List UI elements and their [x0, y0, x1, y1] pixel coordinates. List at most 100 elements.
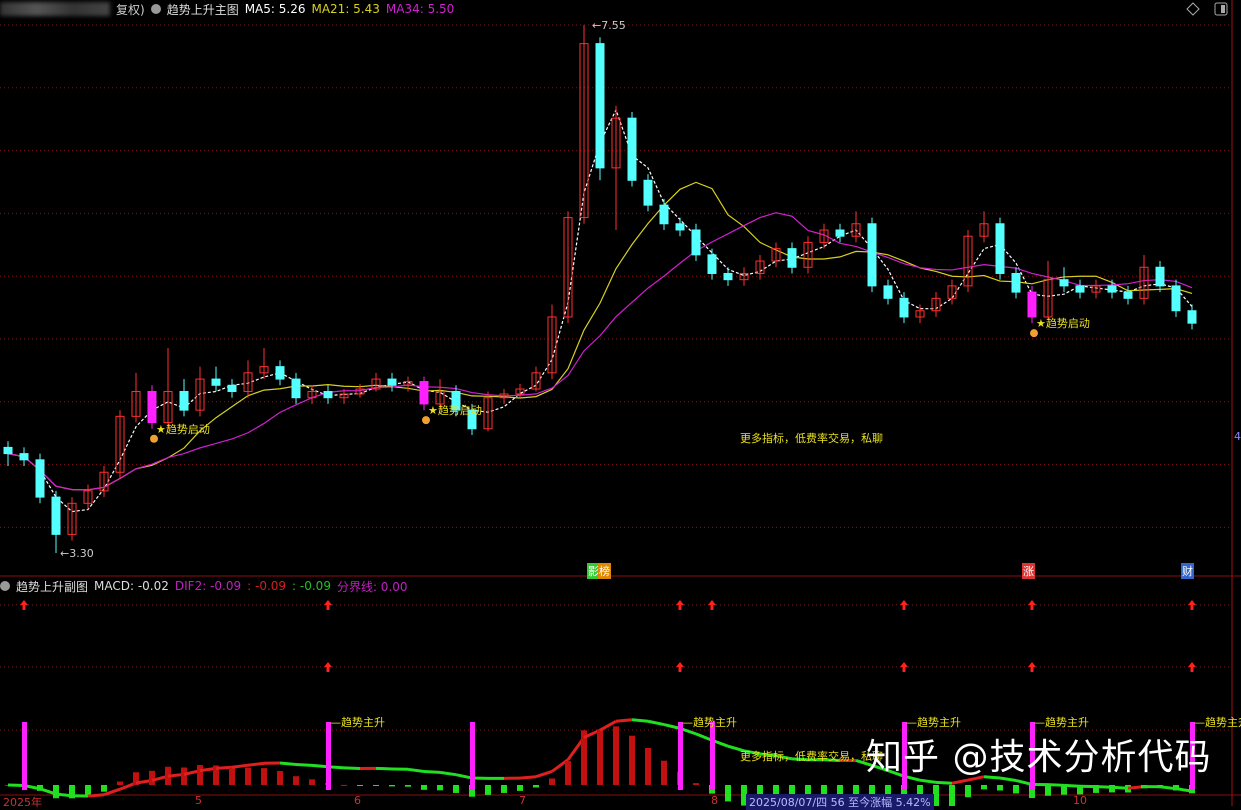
- macd-bar: [693, 783, 699, 785]
- dif-line-segment: [664, 725, 680, 729]
- trend-main-rise-label: —趋势主升: [330, 716, 385, 729]
- dif-line-segment: [936, 782, 952, 783]
- candle-body: [324, 391, 332, 397]
- event-tag[interactable]: 榜: [598, 563, 611, 579]
- macd-bar: [341, 785, 347, 786]
- macd-bar: [581, 730, 587, 785]
- macd-bar: [661, 761, 667, 785]
- hand-pointer-icon: [422, 416, 430, 424]
- macd-bar: [533, 785, 539, 787]
- macd-bar: [517, 785, 523, 791]
- ma5-value: MA5: 5.26: [245, 2, 306, 16]
- ma34-line: [8, 213, 1192, 490]
- sub-indicator-name[interactable]: 趋势上升副图: [16, 578, 88, 595]
- macd-bar: [373, 785, 379, 786]
- candle-body: [692, 230, 700, 255]
- macd-bar: [405, 785, 411, 787]
- dif-line-segment: [456, 775, 472, 778]
- candle-body: [596, 44, 604, 168]
- x-axis-label: 2025年: [3, 794, 42, 810]
- indicator-toggle-icon[interactable]: [0, 581, 10, 591]
- candle-body: [4, 447, 12, 453]
- dif-line-segment: [344, 768, 360, 769]
- candlestick-chart[interactable]: ←7.55←3.30★趋势启动★趋势启动★趋势启动—趋势主升—趋势主升—趋势主升…: [0, 0, 1241, 806]
- dif-line-segment: [232, 765, 248, 767]
- macd-bar: [53, 785, 59, 798]
- dif-line-segment: [616, 720, 632, 721]
- trend-signal-bar: [678, 722, 683, 790]
- up-arrow-icon: [676, 662, 684, 672]
- macd-bar: [965, 785, 971, 797]
- promo-note: 更多指标，低费率交易，私聊: [740, 748, 883, 764]
- blurred-stock-name: [0, 2, 110, 16]
- dif-line-segment: [952, 780, 968, 783]
- event-tag[interactable]: 财: [1181, 563, 1194, 579]
- macd-bar: [453, 785, 459, 793]
- candle-body: [212, 379, 220, 385]
- candle-body: [1172, 286, 1180, 311]
- dif-line-segment: [440, 772, 456, 774]
- candle-body: [1060, 280, 1068, 286]
- candle-body: [228, 385, 236, 391]
- candle-body: [676, 224, 684, 230]
- trend-signal-bar: [22, 722, 27, 790]
- candle-body: [900, 298, 908, 317]
- event-tag[interactable]: 涨: [1022, 563, 1035, 579]
- x-axis-label: 7: [519, 794, 526, 807]
- trend-start-label: ★趋势启动: [1036, 317, 1090, 330]
- min-price-label: ←3.30: [60, 547, 94, 560]
- dif2-value: DIF2: -0.09: [175, 579, 241, 593]
- macd-bar: [1045, 785, 1051, 796]
- candle-body: [628, 118, 636, 180]
- macd-bar: [309, 779, 315, 785]
- candle-body: [148, 391, 156, 422]
- candle-body: [1108, 286, 1116, 292]
- macd-bar: [597, 730, 603, 785]
- macd-bar: [501, 785, 507, 793]
- watermark: 知乎 @技术分析代码: [866, 728, 1211, 780]
- dif-line-segment: [424, 771, 440, 772]
- candle-body: [388, 379, 396, 385]
- hand-pointer-icon: [1030, 329, 1038, 337]
- dif-line-segment: [296, 764, 312, 765]
- candle-body: [36, 460, 44, 497]
- ma21-value: MA21: 5.43: [311, 2, 379, 16]
- candle-body: [996, 224, 1004, 274]
- candle-body: [420, 382, 428, 404]
- trend-signal-bar: [326, 722, 331, 790]
- main-indicator-name[interactable]: 趋势上升主图: [167, 1, 239, 18]
- x-axis-label: 8: [711, 794, 718, 807]
- macd-bar: [565, 761, 571, 785]
- macd-bar: [437, 785, 443, 790]
- macd-bar: [181, 768, 187, 785]
- value-green: : -0.09: [292, 579, 331, 593]
- value-red: : -0.09: [247, 579, 286, 593]
- window-icon[interactable]: [1214, 2, 1228, 16]
- trend-signal-bar: [470, 722, 475, 790]
- candle-body: [644, 180, 652, 205]
- macd-bar: [245, 768, 251, 785]
- up-arrow-icon: [324, 600, 332, 610]
- candle-body: [180, 391, 188, 410]
- indicator-toggle-icon[interactable]: [151, 4, 161, 14]
- trend-main-rise-label: —趋势主升: [682, 716, 737, 729]
- max-price-label: ←7.55: [592, 19, 626, 32]
- macd-bar: [229, 768, 235, 785]
- candle-body: [708, 255, 716, 274]
- x-axis-label: 6: [354, 794, 361, 807]
- candle-body: [1156, 267, 1164, 286]
- macd-value: MACD: -0.02: [94, 579, 169, 593]
- diamond-icon[interactable]: [1186, 2, 1200, 16]
- macd-bar: [949, 785, 955, 806]
- macd-bar: [101, 785, 107, 792]
- x-axis-label: 5: [195, 794, 202, 807]
- adjust-mode[interactable]: 复权): [116, 1, 145, 18]
- candle-body: [1076, 286, 1084, 292]
- macd-bar: [613, 726, 619, 785]
- right-axis-label: 4: [1234, 430, 1241, 443]
- candle-body: [884, 286, 892, 298]
- up-arrow-icon: [1028, 662, 1036, 672]
- up-arrow-icon: [20, 600, 28, 610]
- dif-line-segment: [248, 763, 264, 765]
- candle-body: [1028, 292, 1036, 317]
